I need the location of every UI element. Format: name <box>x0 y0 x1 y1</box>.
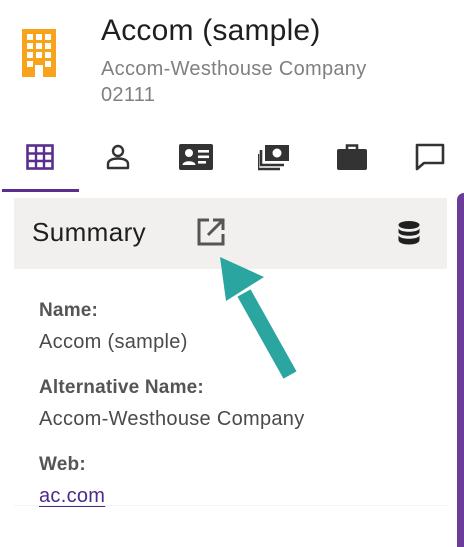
grid-icon <box>26 144 54 170</box>
tab-details[interactable] <box>158 126 234 188</box>
account-header: Accom (sample) Accom-Westhouse Company 0… <box>0 0 464 120</box>
field-alt-name-label: Alternative Name: <box>39 377 204 398</box>
field-name-value: Accom (sample) <box>39 331 188 353</box>
summary-title: Summary <box>32 217 147 247</box>
money-icon <box>258 143 290 171</box>
field-alt-name-value: Accom-Westhouse Company <box>39 408 305 430</box>
open-in-new-icon <box>196 217 226 252</box>
field-name-label: Name: <box>39 300 99 321</box>
page-subtitle: Accom-Westhouse Company 02111 <box>101 58 367 106</box>
divider <box>14 505 447 506</box>
person-icon <box>105 144 131 170</box>
briefcase-icon <box>337 143 367 171</box>
summary-card: Summary Name: Accom (sample) Alternative… <box>14 198 447 547</box>
page-title: Accom (sample) <box>101 14 321 47</box>
tab-activity[interactable] <box>392 126 464 188</box>
tab-bar <box>0 126 464 192</box>
website-link[interactable]: ac.com <box>39 485 105 507</box>
open-in-new-button[interactable] <box>191 214 231 254</box>
tab-opportunities[interactable] <box>314 126 390 188</box>
selected-tab-indicator <box>2 189 79 192</box>
database-icon <box>398 220 420 250</box>
contact-card-icon <box>179 144 213 170</box>
field-web-label: Web: <box>39 454 86 475</box>
account-page: Accom (sample) Accom-Westhouse Company 0… <box>0 0 464 547</box>
summary-header: Summary <box>14 198 447 269</box>
comment-icon <box>415 143 445 171</box>
side-panel-edge <box>457 193 464 547</box>
tab-summary[interactable] <box>2 126 78 188</box>
tab-contacts[interactable] <box>80 126 156 188</box>
data-source-button[interactable] <box>394 220 424 250</box>
building-icon <box>19 29 59 77</box>
tab-finance[interactable] <box>236 126 312 188</box>
